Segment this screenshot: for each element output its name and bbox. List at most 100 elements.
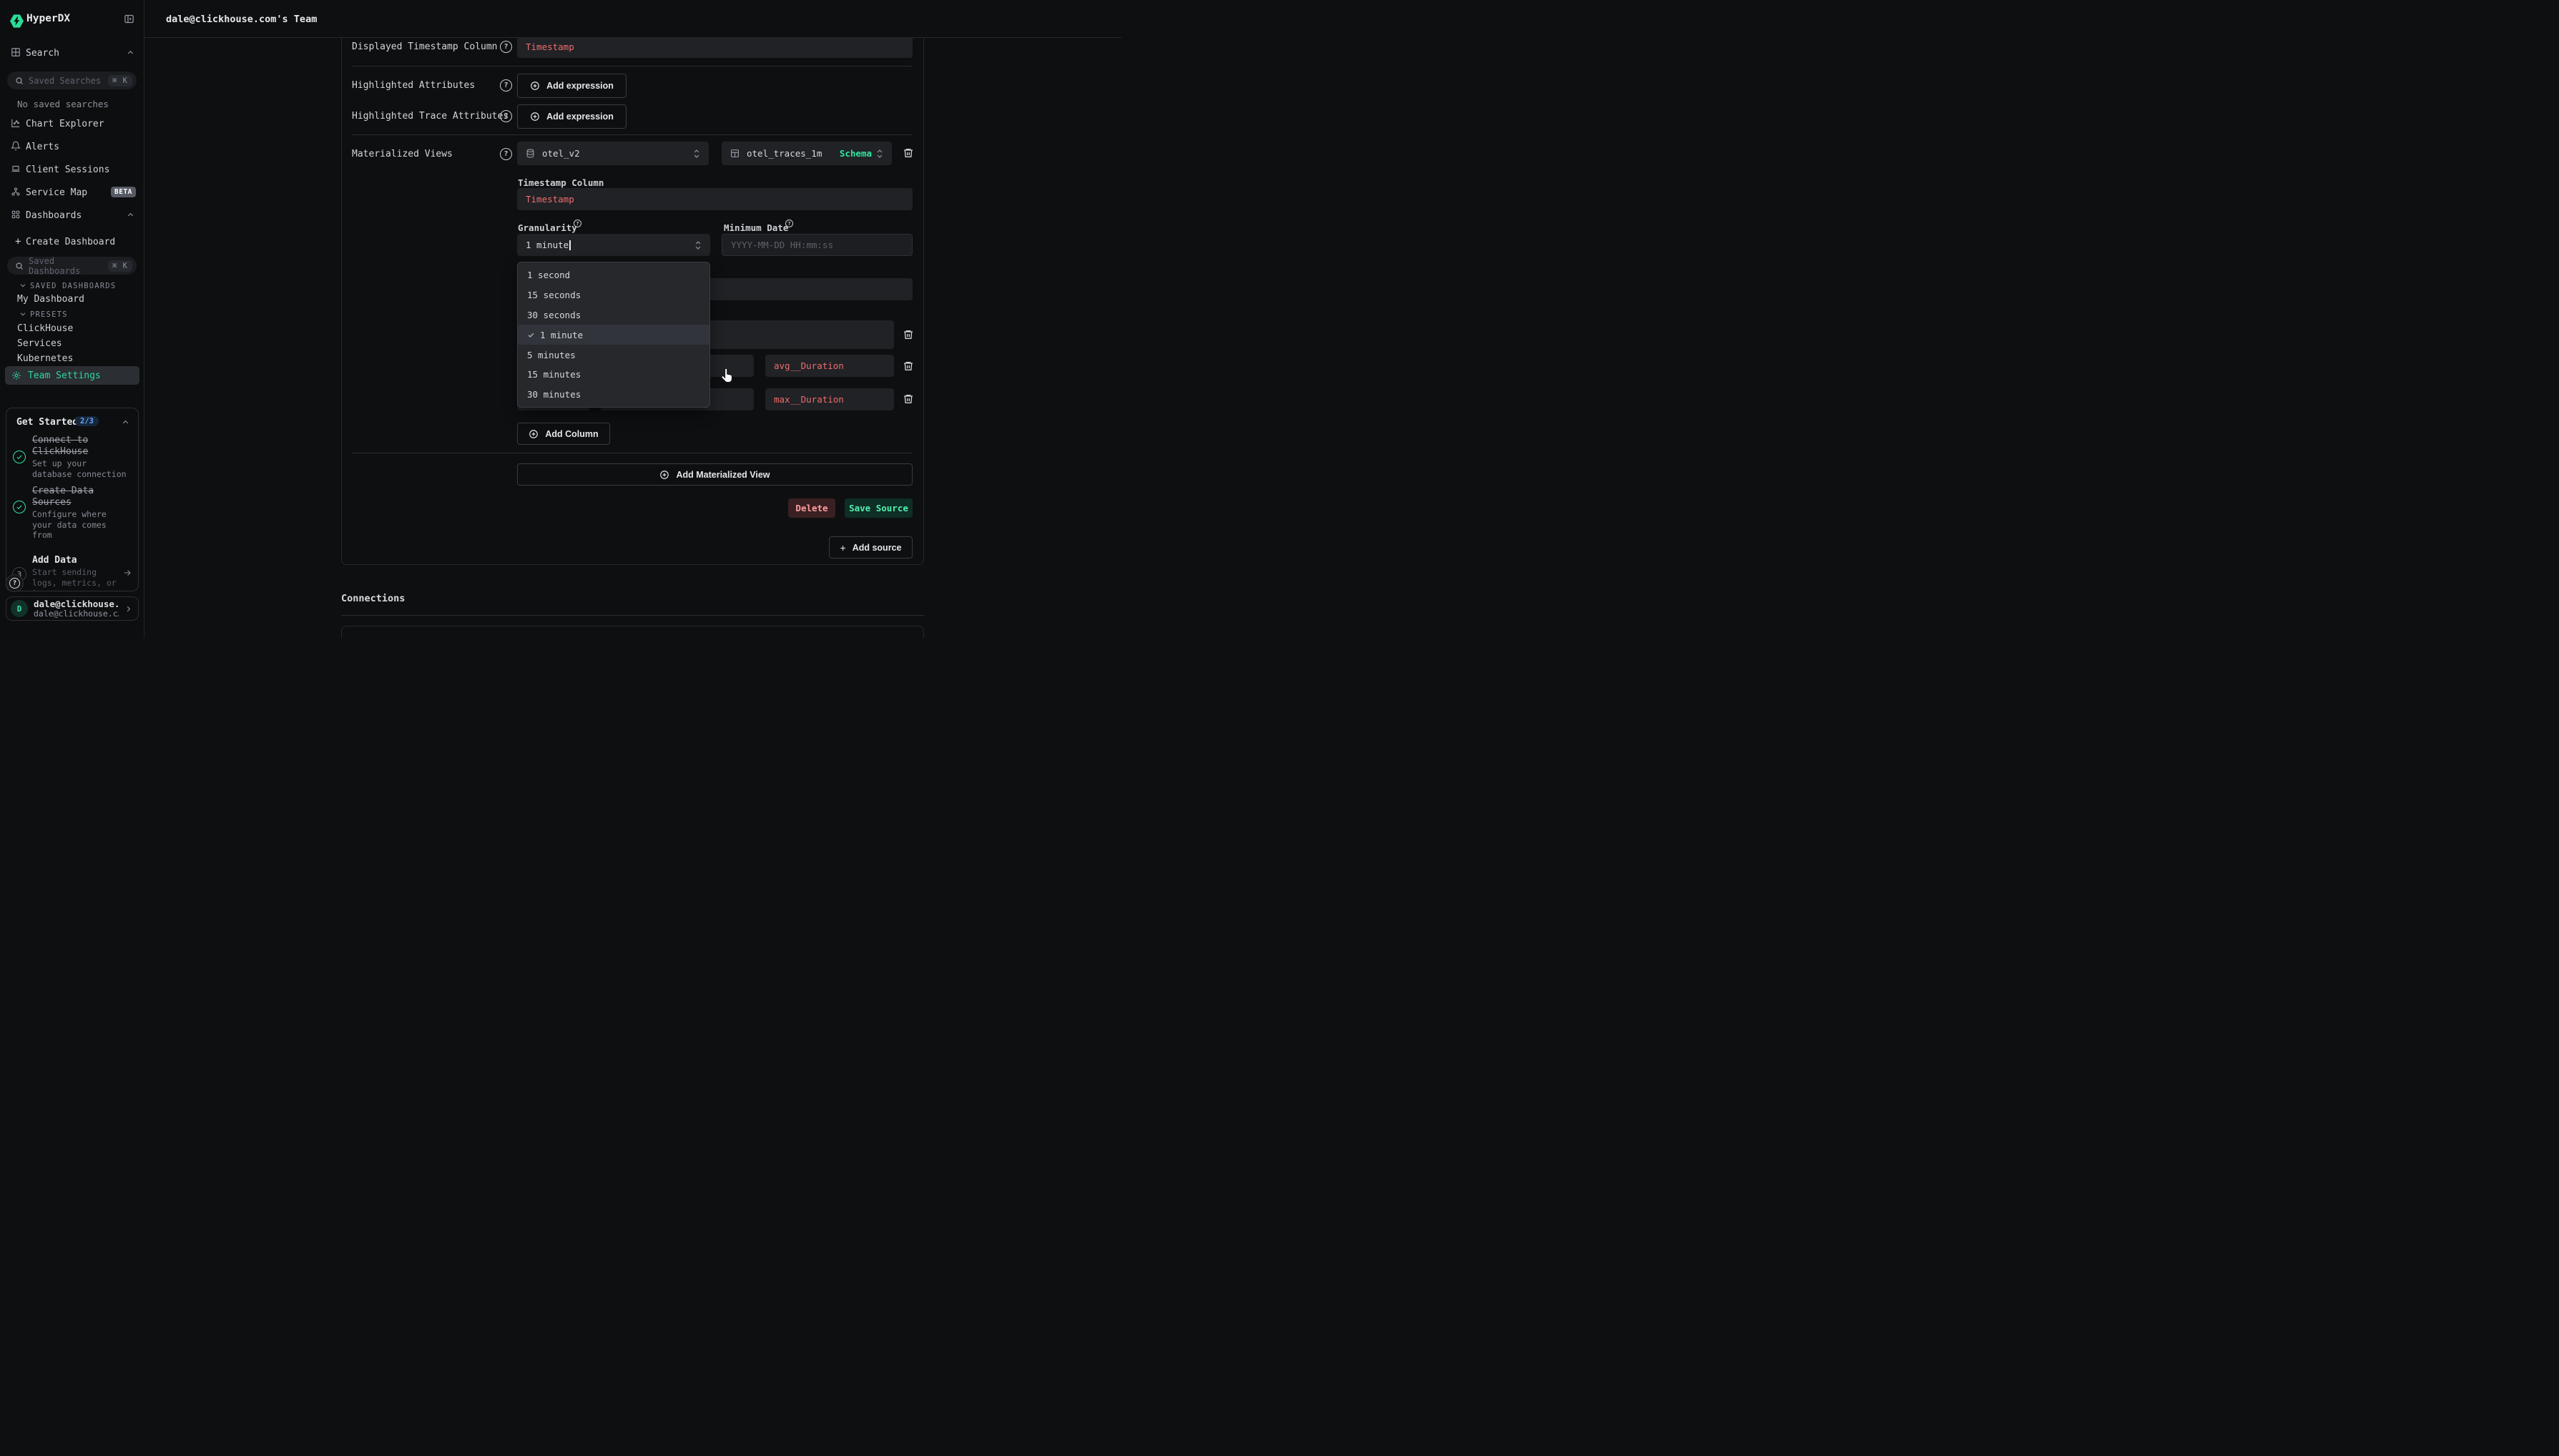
gs-step-desc: Start sending logs, metrics, or traces bbox=[32, 567, 124, 591]
help-circle-icon[interactable]: ? bbox=[785, 220, 793, 227]
sidebar-item-dashboards[interactable]: Dashboards bbox=[0, 208, 144, 225]
dropdown-option[interactable]: 15 minutes bbox=[518, 365, 709, 385]
displayed-timestamp-input[interactable]: Timestamp bbox=[517, 38, 913, 58]
preset-item-kubernetes[interactable]: Kubernetes bbox=[17, 353, 73, 364]
help-circle-icon[interactable]: ? bbox=[574, 220, 581, 227]
connections-panel bbox=[341, 626, 924, 638]
help-circle-icon[interactable]: ? bbox=[500, 41, 512, 53]
kbd-shortcut: ⌘ K bbox=[108, 260, 132, 272]
gs-step-title[interactable]: Create Data Sources bbox=[32, 486, 119, 508]
chevron-up-icon[interactable] bbox=[122, 418, 129, 426]
delete-button[interactable]: Delete bbox=[788, 498, 835, 518]
sidebar-item-chart-explorer[interactable]: Chart Explorer bbox=[0, 117, 144, 134]
sidebar-item-search[interactable]: Search bbox=[0, 46, 144, 63]
no-saved-searches-text: No saved searches bbox=[17, 99, 109, 109]
avatar: D bbox=[11, 600, 28, 617]
mouse-cursor-hand bbox=[721, 368, 733, 383]
search-icon bbox=[15, 262, 24, 270]
sidebar-item-service-map[interactable]: Service Map BETA bbox=[0, 185, 144, 202]
divider bbox=[341, 615, 924, 616]
saved-searches-input[interactable]: Saved Searches ⌘ K bbox=[7, 72, 137, 89]
help-circle-icon[interactable]: ? bbox=[500, 148, 512, 160]
collapse-sidebar-icon[interactable] bbox=[124, 14, 134, 24]
add-materialized-view-button[interactable]: Add Materialized View bbox=[517, 463, 913, 486]
chevron-down-icon bbox=[19, 282, 26, 289]
sidebar-item-client-sessions[interactable]: Client Sessions bbox=[0, 162, 144, 179]
top-bar: dale@clickhouse.com's Team bbox=[144, 0, 1121, 38]
check-circle-icon bbox=[13, 501, 26, 513]
brand-name: HyperDX bbox=[26, 13, 70, 24]
plus-icon: + bbox=[840, 542, 846, 554]
sidebar-item-label: Search bbox=[26, 48, 59, 59]
add-expression-button[interactable]: Add expression bbox=[517, 104, 627, 129]
add-column-button[interactable]: Add Column bbox=[517, 423, 610, 445]
dropdown-option-selected[interactable]: 1 minute bbox=[518, 325, 709, 345]
dropdown-option[interactable]: 15 seconds bbox=[518, 285, 709, 305]
trash-icon[interactable] bbox=[903, 360, 914, 372]
service-map-icon bbox=[11, 187, 21, 197]
dropdown-option[interactable]: 30 minutes bbox=[518, 385, 709, 405]
user-profile-button[interactable]: D dale@clickhouse.… dale@clickhouse.c… bbox=[6, 596, 139, 621]
minimum-date-label: Minimum Date bbox=[724, 222, 788, 233]
granularity-dropdown: 1 second 15 seconds 30 seconds 1 minute … bbox=[517, 262, 710, 408]
plus-icon: + bbox=[15, 236, 21, 247]
section-presets[interactable]: PRESETS bbox=[0, 309, 144, 322]
divider bbox=[352, 66, 913, 67]
saved-dashboards-input[interactable]: Saved Dashboards ⌘ K bbox=[7, 257, 137, 275]
preset-item-services[interactable]: Services bbox=[17, 338, 62, 349]
section-saved-dashboards[interactable]: SAVED DASHBOARDS bbox=[0, 280, 144, 293]
sidebar-item-team-settings[interactable]: Team Settings bbox=[5, 366, 139, 385]
check-icon bbox=[527, 331, 535, 339]
timestamp-column-label: Timestamp Column bbox=[518, 177, 604, 188]
circle-plus-icon bbox=[529, 429, 539, 439]
source-settings-panel: Displayed Timestamp Column ? Timestamp H… bbox=[341, 38, 924, 565]
page-title: dale@clickhouse.com's Team bbox=[166, 14, 317, 25]
circle-plus-icon bbox=[530, 112, 540, 122]
gs-step-desc: Set up your database connection bbox=[32, 458, 127, 479]
column-alias-input[interactable]: avg__Duration bbox=[765, 355, 894, 377]
help-circle-icon[interactable]: ? bbox=[500, 79, 512, 92]
materialized-views-label: Materialized Views bbox=[352, 149, 453, 159]
text-caret bbox=[569, 240, 571, 250]
view-select[interactable]: otel_v2 bbox=[517, 142, 709, 165]
chevron-down-icon bbox=[19, 310, 26, 318]
progress-badge: 2/3 bbox=[75, 416, 99, 426]
updown-chevrons-icon bbox=[876, 149, 883, 159]
sidebar: HyperDX Search Saved Searches ⌘ K No sav… bbox=[0, 0, 144, 638]
timestamp-column-input[interactable]: Timestamp bbox=[517, 188, 913, 210]
add-source-button[interactable]: + Add source bbox=[829, 536, 913, 559]
create-dashboard-button[interactable]: + Create Dashboard bbox=[0, 235, 144, 250]
schema-link[interactable]: Schema bbox=[840, 148, 872, 159]
minimum-date-input[interactable]: YYYY-MM-DD HH:mm:ss bbox=[722, 234, 913, 256]
trash-icon[interactable] bbox=[903, 329, 914, 340]
kbd-shortcut: ⌘ K bbox=[108, 75, 132, 87]
chevron-right-icon bbox=[124, 605, 132, 613]
saved-dashboard-item[interactable]: My Dashboard bbox=[17, 294, 84, 305]
check-circle-icon bbox=[13, 451, 26, 463]
question-icon: ? bbox=[9, 578, 20, 589]
updown-chevrons-icon bbox=[693, 149, 700, 159]
table-select[interactable]: otel_traces_1m Schema bbox=[722, 142, 892, 165]
dropdown-option[interactable]: 5 minutes bbox=[518, 345, 709, 365]
dropdown-option[interactable]: 30 seconds bbox=[518, 305, 709, 325]
saved-searches-placeholder: Saved Searches bbox=[29, 76, 108, 86]
sidebar-item-alerts[interactable]: Alerts bbox=[0, 139, 144, 157]
preset-item-clickhouse[interactable]: ClickHouse bbox=[17, 323, 73, 334]
column-alias-input[interactable]: max__Duration bbox=[765, 388, 894, 410]
gs-step-title[interactable]: Add Data bbox=[32, 555, 77, 566]
trash-icon[interactable] bbox=[903, 147, 914, 159]
search-icon bbox=[15, 77, 24, 85]
chart-explorer-icon bbox=[11, 118, 21, 128]
gs-step-title[interactable]: Connect to ClickHouse bbox=[32, 435, 119, 458]
add-expression-button[interactable]: Add expression bbox=[517, 74, 627, 98]
saved-dashboards-placeholder: Saved Dashboards bbox=[29, 256, 108, 276]
help-circle-icon[interactable]: ? bbox=[500, 110, 512, 122]
help-button[interactable]: ? bbox=[6, 574, 24, 592]
team-settings-label: Team Settings bbox=[28, 370, 101, 381]
granularity-select[interactable]: 1 minute bbox=[517, 234, 710, 256]
trash-icon[interactable] bbox=[903, 393, 914, 405]
profile-email: dale@clickhouse.c… bbox=[34, 609, 119, 619]
dropdown-option[interactable]: 1 second bbox=[518, 265, 709, 285]
profile-name: dale@clickhouse.… bbox=[34, 599, 119, 609]
save-source-button[interactable]: Save Source bbox=[845, 498, 913, 518]
